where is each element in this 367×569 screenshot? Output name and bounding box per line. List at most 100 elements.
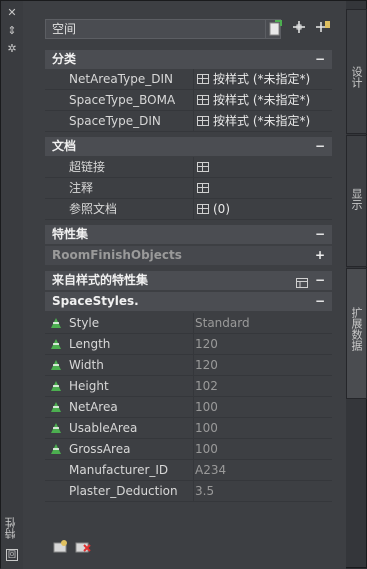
property-value-text: 按样式 (*未指定*) xyxy=(213,93,311,107)
table-icon xyxy=(197,203,209,214)
subsection-roomfinishobjects[interactable]: RoomFinishObjects + xyxy=(45,246,332,265)
section-title: 文档 xyxy=(52,139,77,153)
property-value: 120 xyxy=(195,358,218,372)
property-value[interactable]: (0) xyxy=(195,199,330,219)
tab-label: 设计 xyxy=(350,66,363,88)
subsection-title: RoomFinishObjects xyxy=(52,248,182,262)
auto-hide-icon[interactable]: ⇕ xyxy=(5,25,19,37)
property-name: Manufacturer_ID xyxy=(69,460,194,480)
property-row[interactable]: Manufacturer_ID A234 xyxy=(45,460,332,481)
collapse-icon[interactable]: − xyxy=(315,225,325,244)
formula-property-icon xyxy=(51,402,61,412)
settings-icon[interactable]: ✲ xyxy=(5,43,19,55)
property-value[interactable] xyxy=(195,178,330,198)
property-row[interactable]: Style Standard xyxy=(45,313,332,334)
quick-select-icon[interactable] xyxy=(290,20,308,38)
property-row[interactable]: 参照文档 (0) xyxy=(45,199,332,220)
property-value[interactable]: 按样式 (*未指定*) xyxy=(195,69,330,89)
property-row[interactable]: UsableArea 100 xyxy=(45,418,332,439)
formula-property-icon xyxy=(51,339,61,349)
property-name: Width xyxy=(69,355,194,375)
property-row[interactable]: SpaceType_BOMA 按样式 (*未指定*) xyxy=(45,90,332,111)
object-type-value: 空间 xyxy=(52,22,77,36)
section-title: 分类 xyxy=(52,52,77,66)
property-name: Plaster_Deduction xyxy=(69,481,194,501)
subsection-spacestyles[interactable]: SpaceStyles. − xyxy=(45,292,332,311)
property-row[interactable]: Length 120 xyxy=(45,334,332,355)
property-value[interactable]: 按样式 (*未指定*) xyxy=(195,90,330,110)
select-objects-icon[interactable] xyxy=(267,20,285,38)
property-row[interactable]: NetArea 100 xyxy=(45,397,332,418)
formula-property-icon xyxy=(51,423,61,433)
formula-property-icon xyxy=(51,360,61,370)
property-value: 100 xyxy=(195,400,218,414)
property-row[interactable]: SpaceType_DIN 按样式 (*未指定*) xyxy=(45,111,332,132)
section-property-sets[interactable]: 特性集 − xyxy=(45,225,332,244)
property-row[interactable]: Plaster_Deduction 3.5 xyxy=(45,481,332,502)
property-name: NetAreaType_DIN xyxy=(69,69,194,89)
property-name: NetArea xyxy=(69,397,194,417)
remove-property-set-icon[interactable] xyxy=(75,539,91,553)
property-row[interactable]: GrossArea 100 xyxy=(45,439,332,460)
collapse-icon[interactable]: − xyxy=(315,137,325,156)
property-name: UsableArea xyxy=(69,418,194,438)
property-value: Standard xyxy=(195,316,250,330)
property-name: Style xyxy=(69,313,194,333)
property-value: 102 xyxy=(195,379,218,393)
section-documents[interactable]: 文档 − xyxy=(45,137,332,156)
formula-property-icon xyxy=(51,318,61,328)
table-icon xyxy=(197,73,209,84)
property-value[interactable]: 按样式 (*未指定*) xyxy=(195,111,330,131)
tab-label: 扩展数据 xyxy=(350,307,363,351)
property-row[interactable]: 注释 xyxy=(45,178,332,199)
property-name: SpaceType_DIN xyxy=(69,111,194,131)
toggle-pickadd-icon[interactable] xyxy=(314,20,332,38)
expand-icon[interactable]: + xyxy=(315,246,325,265)
table-icon xyxy=(197,94,209,105)
table-icon xyxy=(197,182,209,193)
add-property-set-icon[interactable] xyxy=(53,539,69,553)
formula-property-icon xyxy=(51,444,61,454)
subsection-title: SpaceStyles. xyxy=(52,294,139,308)
section-title: 来自样式的特性集 xyxy=(52,273,149,287)
palette-title: 特性 xyxy=(4,517,17,539)
property-name: 参照文档 xyxy=(69,199,194,219)
tab-label: 显示 xyxy=(350,188,363,210)
property-name: Length xyxy=(69,334,194,354)
collapse-icon[interactable]: − xyxy=(315,50,325,69)
property-row[interactable]: Width 120 xyxy=(45,355,332,376)
property-name: Height xyxy=(69,376,194,396)
property-value-text: 按样式 (*未指定*) xyxy=(213,72,311,86)
property-value: 100 xyxy=(195,421,218,435)
close-icon[interactable]: ✕ xyxy=(5,7,19,19)
section-style-property-sets[interactable]: 来自样式的特性集 − xyxy=(45,271,332,290)
formula-property-icon xyxy=(51,381,61,391)
property-name: GrossArea xyxy=(69,439,194,459)
property-value[interactable] xyxy=(195,157,330,177)
property-value: A234 xyxy=(195,463,227,477)
property-row[interactable]: NetAreaType_DIN 按样式 (*未指定*) xyxy=(45,69,332,90)
property-row[interactable]: Height 102 xyxy=(45,376,332,397)
property-name: SpaceType_BOMA xyxy=(69,90,194,110)
property-value: 100 xyxy=(195,442,218,456)
tab-display[interactable]: 显示 xyxy=(346,135,367,267)
table-icon xyxy=(197,115,209,126)
property-value-text: 按样式 (*未指定*) xyxy=(213,114,311,128)
palette-title-strip: ✕ ⇕ ✲ 特性 回 xyxy=(1,1,24,569)
property-value: 120 xyxy=(195,337,218,351)
collapse-icon[interactable]: − xyxy=(315,271,325,290)
property-name: 注释 xyxy=(69,178,194,198)
tab-extended-data[interactable]: 扩展数据 xyxy=(346,268,367,399)
section-classification[interactable]: 分类 − xyxy=(45,50,332,69)
collapse-icon[interactable]: − xyxy=(315,292,325,311)
properties-palette: ✕ ⇕ ✲ 特性 回 空间 ▼ 分类 − NetAreaType_DIN 按样式… xyxy=(0,0,367,569)
palette-menu-icon[interactable]: 回 xyxy=(6,549,18,561)
tab-design[interactable]: 设计 xyxy=(346,9,367,134)
property-value: 3.5 xyxy=(195,484,215,498)
section-title: 特性集 xyxy=(52,227,89,241)
property-row[interactable]: 超链接 xyxy=(45,157,332,178)
property-name: 超链接 xyxy=(69,157,194,177)
property-value-text: (0) xyxy=(213,202,230,216)
table-icon xyxy=(197,161,209,172)
object-type-select[interactable]: 空间 ▼ xyxy=(45,19,281,39)
